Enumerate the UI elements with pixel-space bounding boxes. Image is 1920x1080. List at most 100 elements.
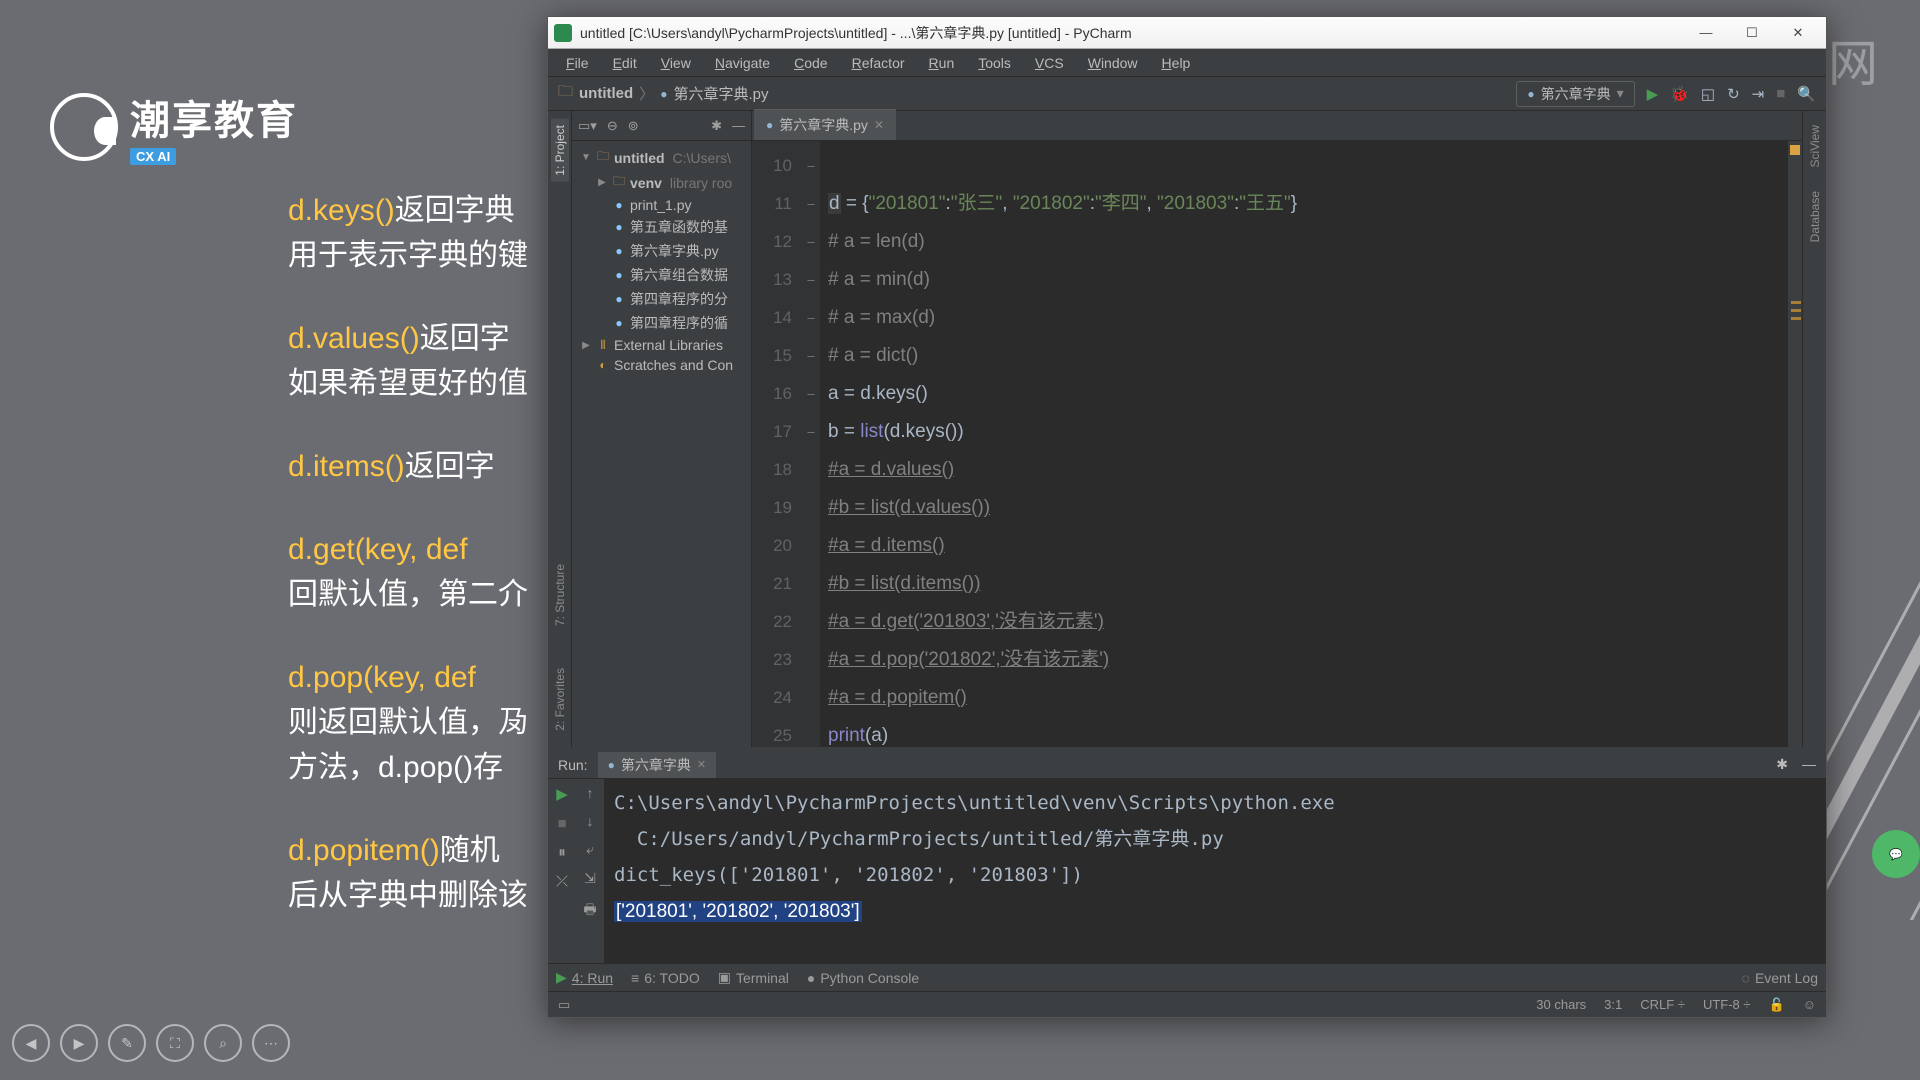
rerun-icon[interactable]: ▶ (556, 785, 568, 803)
project-tree[interactable]: ▼🗀untitledC:\Users\▶🗀venvlibrary roo●pri… (572, 141, 751, 747)
scroll-icon[interactable]: ⇲ (584, 870, 596, 887)
zoom-button[interactable]: ⌕ (204, 1024, 242, 1062)
structure-tool-tab[interactable]: 7: Structure (551, 558, 569, 632)
status-readonly-icon[interactable]: 🔓 (1769, 997, 1785, 1013)
event-log-tab[interactable]: ◌ Event Log (1742, 970, 1818, 986)
breadcrumb[interactable]: 🗀 untitled 〉 ● 第六章字典.py (558, 81, 768, 106)
run-tab[interactable]: ●第六章字典✕ (598, 752, 716, 778)
exit-icon[interactable]: ⤫ (556, 873, 568, 890)
edit-button[interactable]: ✎ (108, 1024, 146, 1062)
up-icon[interactable]: ↑ (587, 785, 594, 801)
project-view-icon[interactable]: ▭▾ (578, 118, 597, 134)
tree-row[interactable]: ▶⫴External Libraries (572, 335, 751, 355)
menu-view[interactable]: View (651, 52, 701, 74)
left-tool-tabs: 1: Project 7: Structure 2: Favorites (548, 111, 572, 747)
target-icon[interactable]: ⊚ (628, 118, 639, 134)
tree-row[interactable]: ●第四章程序的分 (572, 287, 751, 311)
status-eol[interactable]: CRLF ÷ (1640, 997, 1685, 1012)
line-gutter: 10111213141516171819202122232425 (752, 141, 802, 747)
tree-row[interactable]: ▼🗀untitledC:\Users\ (572, 145, 751, 170)
close-tab-icon[interactable]: ✕ (874, 118, 884, 132)
profile-icon[interactable]: ↻ (1727, 85, 1740, 103)
editor-tab[interactable]: ● 第六章字典.py ✕ (754, 109, 896, 140)
status-left-icon[interactable]: ▭ (558, 997, 570, 1013)
maximize-button[interactable]: ☐ (1730, 21, 1774, 45)
status-hector-icon[interactable]: ☺ (1803, 997, 1816, 1012)
run-icon[interactable]: ▶ (1647, 85, 1659, 103)
menu-refactor[interactable]: Refactor (842, 52, 915, 74)
titlebar[interactable]: untitled [C:\Users\andyl\PycharmProjects… (548, 17, 1826, 49)
logo-text: 潮享教育 (130, 88, 298, 146)
tree-row[interactable]: ▶🗀venvlibrary roo (572, 170, 751, 195)
inspection-indicator[interactable] (1790, 145, 1800, 155)
project-tool-tab[interactable]: 1: Project (551, 119, 569, 182)
code-content[interactable]: d = {"201801":"张三", "201802":"李四", "2018… (820, 141, 1788, 747)
favorites-tool-tab[interactable]: 2: Favorites (551, 662, 569, 737)
menu-code[interactable]: Code (784, 52, 837, 74)
crop-button[interactable]: ⛶ (156, 1024, 194, 1062)
pause-icon[interactable]: ⏸ (558, 844, 566, 861)
player-controls: ◀ ▶ ✎ ⛶ ⌕ ⋯ (12, 1024, 290, 1062)
ruler-mark[interactable] (1791, 301, 1801, 304)
print-icon[interactable]: 🖶 (583, 899, 596, 923)
hide-icon[interactable]: — (732, 118, 745, 133)
run-output[interactable]: C:\Users\andyl\PycharmProjects\untitled\… (604, 779, 1826, 963)
statusbar: ▭ 30 chars 3:1 CRLF ÷ UTF-8 ÷ 🔓 ☺ (548, 991, 1826, 1017)
run-config-selector[interactable]: ●第六章字典▾ (1516, 81, 1634, 107)
run-tool-tab[interactable]: ▶4: Run (556, 969, 613, 986)
tree-row[interactable]: ●第四章程序的循 (572, 311, 751, 335)
tree-row[interactable]: ◐Scratches and Con (572, 355, 751, 375)
more-button[interactable]: ⋯ (252, 1024, 290, 1062)
run-hide-icon[interactable]: — (1802, 756, 1816, 773)
menu-window[interactable]: Window (1078, 52, 1148, 74)
menu-tools[interactable]: Tools (968, 52, 1021, 74)
sciview-tool-tab[interactable]: SciView (1806, 119, 1824, 173)
tree-row[interactable]: ●第六章组合数据 (572, 263, 751, 287)
stop-run-icon[interactable]: ■ (557, 815, 566, 832)
collapse-icon[interactable]: ⊖ (607, 118, 618, 134)
float-chat-button[interactable]: 💬 (1872, 830, 1920, 878)
menu-run[interactable]: Run (919, 52, 965, 74)
terminal-tool-tab[interactable]: ▣ Terminal (718, 969, 789, 986)
status-chars: 30 chars (1536, 997, 1586, 1012)
wrap-icon[interactable]: ⤶ (586, 841, 594, 858)
attach-icon[interactable]: ⇥ (1752, 85, 1765, 103)
tree-row[interactable]: ●第五章函数的基 (572, 215, 751, 239)
run-settings-icon[interactable]: ✱ (1776, 756, 1788, 773)
next-button[interactable]: ▶ (60, 1024, 98, 1062)
code-editor[interactable]: 10111213141516171819202122232425 –––––––… (752, 141, 1802, 747)
ruler-mark[interactable] (1791, 309, 1801, 312)
database-tool-tab[interactable]: Database (1806, 185, 1824, 248)
settings-icon[interactable]: ✱ (711, 118, 722, 134)
stop-icon[interactable]: ■ (1776, 85, 1785, 102)
tree-row[interactable]: ●print_1.py (572, 195, 751, 215)
pycharm-window: untitled [C:\Users\andyl\PycharmProjects… (547, 16, 1827, 1018)
minimize-button[interactable]: — (1684, 21, 1728, 45)
menu-file[interactable]: File (556, 52, 599, 74)
editor-tab-label: 第六章字典.py (779, 115, 868, 135)
coverage-icon[interactable]: ◱ (1701, 85, 1715, 103)
menu-edit[interactable]: Edit (603, 52, 647, 74)
tree-row[interactable]: ●第六章字典.py (572, 239, 751, 263)
down-icon[interactable]: ↓ (587, 813, 594, 829)
ruler-mark[interactable] (1791, 317, 1801, 320)
menu-help[interactable]: Help (1152, 52, 1201, 74)
menu-vcs[interactable]: VCS (1025, 52, 1074, 74)
prev-button[interactable]: ◀ (12, 1024, 50, 1062)
status-position[interactable]: 3:1 (1604, 997, 1622, 1012)
debug-icon[interactable]: 🐞 (1670, 85, 1689, 103)
todo-tool-tab[interactable]: ≡ 6: TODO (631, 970, 700, 986)
project-toolbar: ▭▾ ⊖ ⊚ ✱ — (572, 111, 751, 141)
status-encoding[interactable]: UTF-8 ÷ (1703, 997, 1751, 1012)
close-button[interactable]: ✕ (1776, 21, 1820, 45)
gutter-marks: –––––––– (802, 141, 820, 747)
editor-tabs: ● 第六章字典.py ✕ (752, 111, 1802, 141)
menu-navigate[interactable]: Navigate (705, 52, 780, 74)
editor-ruler[interactable] (1788, 141, 1802, 747)
folder-icon: 🗀 (558, 81, 573, 106)
slide-content: d.keys()返回字典用于表示字典的键d.values()返回字如果希望更好的… (288, 188, 528, 956)
window-title: untitled [C:\Users\andyl\PycharmProjects… (580, 23, 1684, 43)
python-console-tab[interactable]: ● Python Console (807, 970, 919, 986)
run-toolbar-2: ↑ ↓ ⤶ ⇲ 🖶 (576, 779, 604, 963)
search-icon[interactable]: 🔍 (1797, 85, 1816, 103)
